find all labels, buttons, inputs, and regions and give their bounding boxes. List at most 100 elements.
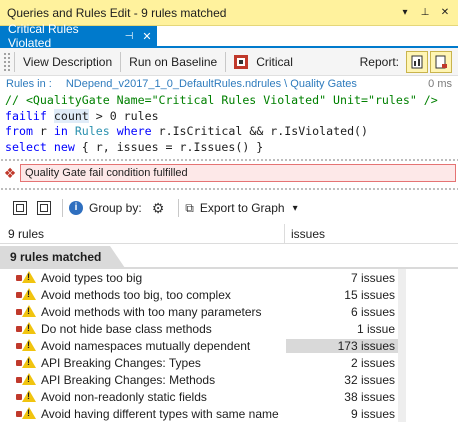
chevron-down-icon[interactable]: ▾	[293, 203, 298, 214]
issue-count[interactable]: 1 issue	[286, 322, 401, 336]
quality-gate-status-bar: ❖ Quality Gate fail condition fulfilled	[0, 163, 458, 183]
error-icon: ❖	[3, 164, 17, 181]
table-row[interactable]: Avoid having different types with same n…	[0, 405, 458, 422]
export-graph-icon: ⧉	[185, 200, 194, 215]
rules-path-link[interactable]: NDepend_v2017_1_0_DefaultRules.ndrules \…	[66, 78, 428, 90]
results-header: 9 rules issues	[0, 223, 458, 244]
rule-name: Avoid types too big	[41, 270, 143, 285]
code-text: r	[32, 124, 54, 138]
report-build-button[interactable]	[430, 50, 452, 73]
issue-count[interactable]: 9 issues	[286, 407, 401, 421]
code-line-3: from r in Rules where r.IsCritical && r.…	[5, 124, 458, 140]
rule-name: API Breaking Changes: Methods	[41, 372, 216, 387]
issue-count[interactable]: 15 issues	[286, 288, 401, 302]
pin-icon[interactable]: ⊣	[123, 31, 135, 42]
code-keyword: failif	[5, 108, 47, 123]
warning-icon	[16, 355, 38, 370]
table-row[interactable]: API Breaking Changes: Methods 32 issues	[0, 371, 458, 388]
run-on-baseline-button[interactable]: Run on Baseline	[124, 50, 222, 74]
code-identifier: Rules	[67, 124, 117, 138]
issue-count[interactable]: 2 issues	[286, 356, 401, 370]
table-row[interactable]: Avoid methods too big, too complex 15 is…	[0, 286, 458, 303]
warning-icon	[16, 338, 38, 353]
toolbar-separator	[120, 51, 122, 72]
warning-icon	[16, 372, 38, 387]
close-icon[interactable]: ✕	[438, 6, 452, 20]
tab-bar: Critical Rules Violated ⊣ ✕	[0, 22, 458, 50]
table-row[interactable]: Avoid namespaces mutually dependent 173 …	[0, 337, 458, 354]
rule-name: Avoid having different types with same n…	[41, 406, 279, 421]
code-text: { r, issues = r.Issues() }	[74, 139, 264, 154]
quality-gate-message: Quality Gate fail condition fulfilled	[20, 164, 456, 182]
table-row[interactable]: Avoid types too big 7 issues	[0, 269, 458, 286]
view-description-button[interactable]: View Description	[18, 50, 117, 74]
close-icon[interactable]: ✕	[141, 30, 153, 43]
code-keyword: new	[46, 139, 75, 154]
results-toolbar: i Group by: ⚙ ⧉ Export to Graph ▾	[0, 195, 458, 221]
issue-count[interactable]: 6 issues	[286, 305, 401, 319]
issue-bar	[398, 354, 406, 371]
table-row[interactable]: API Breaking Changes: Types 2 issues	[0, 354, 458, 371]
export-to-graph-button[interactable]: Export to Graph	[200, 201, 285, 215]
critical-toggle-button[interactable]: Critical	[229, 50, 298, 74]
rule-name: Do not hide base class methods	[41, 321, 212, 336]
tab-label: Critical Rules Violated	[8, 22, 79, 50]
issue-bar	[398, 371, 406, 388]
rule-name: API Breaking Changes: Types	[41, 355, 201, 370]
splitter-handle[interactable]	[0, 158, 458, 162]
issue-count[interactable]: 38 issues	[286, 390, 401, 404]
report-build-icon	[435, 55, 447, 68]
group-by-label: Group by:	[89, 201, 142, 215]
column-header-rules[interactable]: 9 rules	[0, 223, 285, 244]
table-row[interactable]: Avoid methods with too many parameters 6…	[0, 303, 458, 320]
window-title: Queries and Rules Edit - 9 rules matched	[7, 5, 227, 20]
issue-bar	[398, 303, 406, 320]
rule-name: Avoid methods too big, too complex	[41, 287, 231, 302]
code-text: > 0 rules	[88, 108, 159, 123]
query-toolbar: View Description Run on Baseline Critica…	[0, 48, 458, 76]
issue-count[interactable]: 7 issues	[286, 271, 401, 285]
query-editor[interactable]: // <QualityGate Name="Critical Rules Vio…	[0, 92, 458, 156]
report-html-button[interactable]	[406, 50, 428, 73]
collapse-all-icon[interactable]	[36, 200, 52, 216]
results-list: Avoid types too big 7 issues Avoid metho…	[0, 269, 458, 422]
rule-name: Avoid non-readonly static fields	[41, 389, 207, 404]
code-keyword: from	[5, 124, 33, 138]
warning-icon	[16, 287, 38, 302]
issue-bar	[398, 388, 406, 405]
rule-name: Avoid methods with too many parameters	[41, 304, 262, 319]
info-icon[interactable]: i	[69, 201, 83, 215]
column-header-issues[interactable]: issues	[285, 227, 325, 241]
table-row[interactable]: Do not hide base class methods 1 issue	[0, 320, 458, 337]
warning-icon	[16, 304, 38, 319]
code-identifier: count	[53, 108, 89, 123]
toolbar-separator	[178, 199, 180, 217]
splitter-handle[interactable]	[0, 187, 458, 190]
elapsed-time: 0 ms	[428, 78, 452, 90]
issue-count[interactable]: 32 issues	[286, 373, 401, 387]
table-row[interactable]: Avoid non-readonly static fields 38 issu…	[0, 388, 458, 405]
toolbar-separator	[14, 51, 15, 72]
group-header[interactable]: 9 rules matched	[0, 246, 125, 268]
critical-label: Critical	[256, 54, 293, 69]
code-line-1: // <QualityGate Name="Critical Rules Vio…	[5, 93, 458, 109]
toolbar-grip[interactable]	[3, 51, 11, 72]
expand-all-icon[interactable]	[12, 200, 28, 216]
pin-icon[interactable]: ⊥	[418, 6, 432, 20]
chevron-down-icon[interactable]: ▾	[398, 6, 412, 20]
issue-bar	[398, 405, 406, 422]
warning-icon	[16, 270, 38, 285]
issue-count[interactable]: 173 issues	[286, 338, 401, 353]
code-keyword: where	[116, 124, 152, 138]
toolbar-separator	[62, 199, 63, 217]
issue-bar	[398, 269, 406, 286]
tab-critical-rules-violated[interactable]: Critical Rules Violated ⊣ ✕	[0, 22, 157, 50]
gear-icon[interactable]: ⚙	[152, 200, 165, 217]
report-label: Report:	[359, 54, 399, 69]
code-comment: // <QualityGate Name="Critical Rules Vio…	[5, 93, 438, 107]
code-line-4: select new { r, issues = r.Issues() }	[5, 140, 458, 156]
code-line-2: failif count > 0 rules	[5, 108, 458, 125]
rule-name: Avoid namespaces mutually dependent	[41, 338, 251, 353]
warning-icon	[16, 406, 38, 421]
critical-icon	[234, 54, 249, 69]
